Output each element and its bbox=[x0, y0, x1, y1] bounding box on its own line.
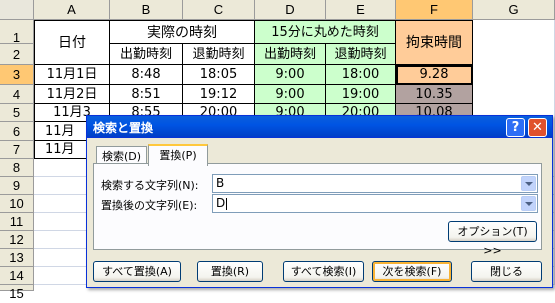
chevron-down-icon[interactable] bbox=[521, 176, 536, 191]
cell-header-actual-time[interactable]: 実際の時刻 bbox=[110, 20, 255, 44]
find-combobox[interactable]: B bbox=[212, 174, 538, 193]
replace-all-button[interactable]: すべて置換(A) bbox=[93, 261, 181, 282]
cell-header-clock-in[interactable]: 出勤時刻 bbox=[110, 44, 183, 65]
chevron-down-icon[interactable] bbox=[521, 196, 536, 211]
cell-rounded-in[interactable]: 9:00 bbox=[255, 65, 326, 85]
column-header-a[interactable]: A bbox=[34, 0, 110, 20]
cell-clock-in[interactable]: 8:48 bbox=[110, 65, 183, 85]
cell-clock-out[interactable]: 18:05 bbox=[183, 65, 255, 85]
cell-header-rounded-in[interactable]: 出勤時刻 bbox=[255, 44, 326, 65]
text-caret bbox=[226, 197, 228, 210]
column-header-e[interactable]: E bbox=[326, 0, 396, 20]
row-header-3[interactable]: 3 bbox=[0, 65, 34, 85]
help-icon[interactable]: ? bbox=[506, 118, 525, 137]
cell-header-clock-out[interactable]: 退勤時刻 bbox=[183, 44, 255, 65]
row-header-4[interactable]: 4 bbox=[0, 85, 34, 104]
cell-header-bound-hours[interactable]: 拘束時間 bbox=[396, 20, 473, 65]
column-header-g[interactable]: G bbox=[473, 0, 555, 20]
replace-button[interactable]: 置換(R) bbox=[197, 261, 263, 282]
cell-bound-hours[interactable]: 10.35 bbox=[396, 85, 473, 104]
column-header-b[interactable]: B bbox=[110, 0, 183, 20]
row-header-7[interactable]: 7 bbox=[0, 141, 34, 159]
options-button[interactable]: オプション(T) >> bbox=[448, 221, 537, 257]
column-header-f[interactable]: F bbox=[396, 0, 473, 20]
cell-clock-in[interactable]: 8:51 bbox=[110, 85, 183, 104]
row-header-8[interactable]: 8 bbox=[0, 159, 34, 177]
find-label: 検索する文字列(N): bbox=[101, 179, 199, 192]
replace-combobox[interactable]: D bbox=[212, 194, 538, 213]
cell-header-rounded-time[interactable]: 15分に丸めた時刻 bbox=[255, 20, 396, 44]
cell-date[interactable]: 11月2日 bbox=[34, 85, 110, 104]
row-header-6[interactable]: 6 bbox=[0, 122, 34, 141]
column-header-c[interactable]: C bbox=[183, 0, 255, 20]
cell-clock-out[interactable]: 19:12 bbox=[183, 85, 255, 104]
find-all-button[interactable]: すべて検索(I) bbox=[283, 261, 364, 282]
row-header-5[interactable]: 5 bbox=[0, 104, 34, 122]
row-header-9[interactable]: 9 bbox=[0, 177, 34, 195]
row-header-12[interactable]: 12 bbox=[0, 231, 34, 249]
row-header-13[interactable]: 13 bbox=[0, 249, 34, 267]
row-header-1[interactable]: 1 bbox=[0, 20, 34, 45]
replace-panel: 検索する文字列(N): B 置換後の文字列(E): D オプション(T) >> bbox=[93, 163, 542, 257]
row-header-10[interactable]: 10 bbox=[0, 195, 34, 213]
dialog-title: 検索と置換 bbox=[93, 121, 154, 135]
cell-rounded-out[interactable]: 18:00 bbox=[326, 65, 396, 85]
row-header-15[interactable]: 15 bbox=[0, 285, 34, 301]
select-all-corner[interactable] bbox=[0, 0, 34, 20]
find-replace-dialog: 検索と置換 ? ✕ 検索(D) 置換(P) 検索する文字列(N): B 置換後の… bbox=[86, 115, 553, 288]
cell-date[interactable]: 11月1日 bbox=[34, 65, 110, 85]
close-button[interactable]: 閉じる bbox=[471, 261, 542, 282]
cell-rounded-out[interactable]: 19:00 bbox=[326, 85, 396, 104]
cell-bound-hours-active[interactable]: 9.28 bbox=[396, 65, 473, 85]
replace-value: D bbox=[216, 196, 226, 210]
cell-header-rounded-out[interactable]: 退勤時刻 bbox=[326, 44, 396, 65]
tab-replace[interactable]: 置換(P) bbox=[148, 144, 208, 166]
row-header-2[interactable]: 2 bbox=[0, 44, 34, 65]
find-value: B bbox=[216, 176, 225, 190]
close-icon[interactable]: ✕ bbox=[528, 118, 547, 137]
cell-rounded-in[interactable]: 9:00 bbox=[255, 85, 326, 104]
dialog-titlebar[interactable]: 検索と置換 ? ✕ bbox=[87, 116, 552, 138]
replace-label: 置換後の文字列(E): bbox=[101, 199, 198, 212]
column-header-d[interactable]: D bbox=[255, 0, 326, 20]
row-header-11[interactable]: 11 bbox=[0, 213, 34, 231]
cell-header-date[interactable]: 日付 bbox=[34, 20, 110, 65]
row-header-14[interactable]: 14 bbox=[0, 267, 34, 285]
find-next-button[interactable]: 次を検索(F) bbox=[372, 261, 452, 282]
